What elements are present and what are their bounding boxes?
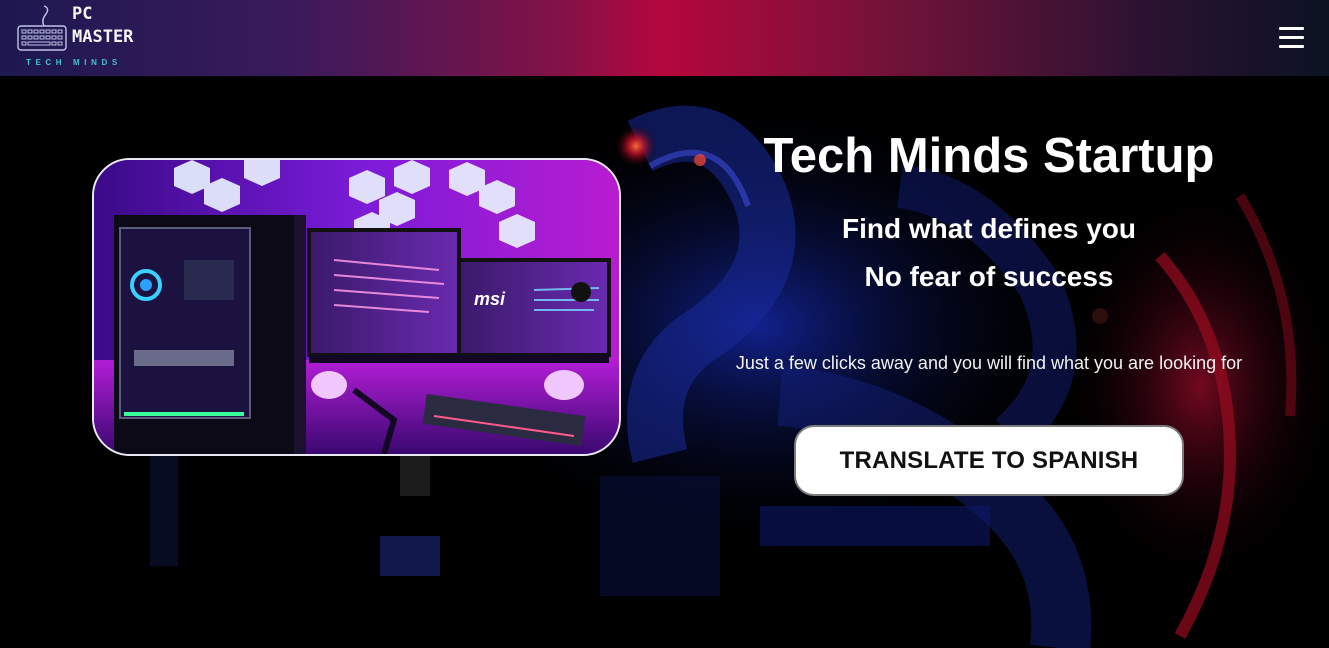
menu-bar-bottom <box>1279 45 1304 48</box>
menu-bar-middle <box>1279 36 1304 39</box>
hero-title: Tech Minds Startup <box>763 129 1215 183</box>
hero-section: msi Tech Minds Startup Find what defines… <box>0 76 1329 648</box>
brand-line-master: MASTER <box>72 27 134 47</box>
hamburger-menu-icon[interactable] <box>1272 22 1310 54</box>
menu-bar-top <box>1279 27 1304 30</box>
gaming-setup-photo: msi <box>92 158 621 456</box>
keyboard-icon <box>17 5 67 51</box>
hero-subtitle-2: No fear of success <box>864 261 1114 292</box>
translate-to-spanish-button[interactable]: TRANSLATE TO SPANISH <box>794 425 1184 496</box>
site-header: PC MASTER TECH MINDS <box>0 0 1329 76</box>
brand-logo[interactable]: PC MASTER TECH MINDS <box>14 2 138 72</box>
hero-subtitle-1: Find what defines you <box>841 213 1136 244</box>
brand-line-pc: PC <box>72 4 93 24</box>
gaming-setup-illustration: msi <box>94 160 619 454</box>
hero-description: Just a few clicks away and you will find… <box>735 353 1243 373</box>
msi-logo-text: msi <box>474 289 506 309</box>
brand-tagline: TECH MINDS <box>26 58 122 67</box>
